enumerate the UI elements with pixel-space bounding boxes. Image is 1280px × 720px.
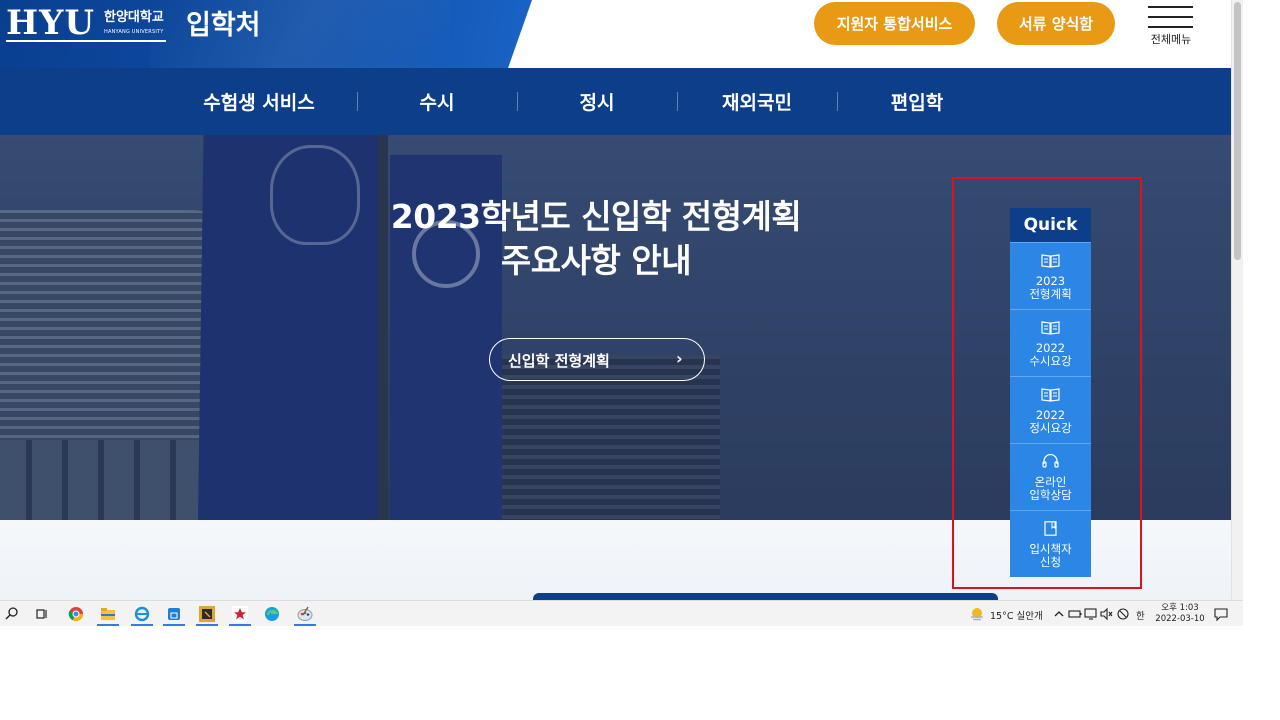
active-app-indicator	[97, 624, 119, 626]
hamburger-icon	[1148, 6, 1193, 8]
quick-menu-title: Quick	[1010, 208, 1091, 242]
quick-item-label-bottom: 신청	[1039, 555, 1062, 569]
quick-item-2022-regular[interactable]: 2022 정시요강	[1010, 376, 1091, 443]
site-title: 입학처	[186, 10, 261, 41]
quick-item-label-bottom: 수시요강	[1029, 354, 1072, 368]
scrollbar-thumb[interactable]	[1234, 2, 1241, 260]
hamburger-icon-bar	[1148, 16, 1193, 18]
taskbar-clock[interactable]: 오후 1:03 2022-03-10	[1150, 603, 1210, 625]
book-icon	[1041, 388, 1060, 402]
sticky-notes-icon[interactable]	[198, 605, 216, 623]
full-menu-label: 전체메뉴	[1150, 33, 1192, 46]
page-scrollbar[interactable]	[1231, 0, 1243, 600]
star-app-icon[interactable]	[231, 605, 249, 623]
hyu-logo: HYU	[6, 3, 96, 43]
active-app-indicator	[196, 624, 218, 626]
quick-item-label-bottom: 전형계획	[1029, 287, 1072, 301]
nav-item-overseas-korean[interactable]: 재외국민	[677, 68, 837, 135]
hero-title: 2023학년도 신입학 전형계획 주요사항 안내	[300, 195, 892, 283]
hero-title-line2: 주요사항 안내	[500, 241, 692, 280]
logo-english-name: HANYANG UNIVERSITY	[104, 29, 164, 35]
nav-item-applicant-service[interactable]: 수험생 서비스	[179, 68, 339, 135]
main-nav: 수험생 서비스 수시 정시 재외국민 편입학	[0, 68, 1231, 135]
headset-icon	[1042, 454, 1059, 468]
active-app-indicator	[229, 624, 251, 626]
quick-item-2023-plan[interactable]: 2023 전형계획	[1010, 242, 1091, 309]
hamburger-icon-bar	[1148, 26, 1193, 28]
site-header: HYU 한양대학교 HANYANG UNIVERSITY 입학처 지원자 통합서…	[0, 0, 1231, 68]
full-menu-button[interactable]: 전체메뉴	[1140, 4, 1202, 48]
chrome-icon[interactable]	[67, 605, 85, 623]
active-app-indicator	[163, 624, 185, 626]
logo-band[interactable]: HYU 한양대학교 HANYANG UNIVERSITY 입학처	[0, 0, 532, 68]
browser-page: HYU 한양대학교 HANYANG UNIVERSITY 입학처 지원자 통합서…	[0, 0, 1280, 720]
nav-item-regular-admission[interactable]: 정시	[517, 68, 677, 135]
admission-plan-button[interactable]: 신입학 전형계획 ›	[489, 338, 705, 381]
nav-item-transfer[interactable]: 편입학	[837, 68, 997, 135]
quick-item-label-bottom: 정시요강	[1029, 421, 1072, 435]
quick-menu: Quick 2023 전형계획 2022 수시요강 2022 정시요강 온라인 …	[1010, 208, 1091, 577]
active-app-indicator	[294, 624, 316, 626]
logo-underline	[6, 40, 166, 42]
applicant-service-button[interactable]: 지원자 통합서비스	[814, 2, 975, 45]
quick-item-booklet-request[interactable]: 입시책자 신청	[1010, 510, 1091, 577]
nav-item-early-admission[interactable]: 수시	[357, 68, 517, 135]
clock-date: 2022-03-10	[1155, 614, 1205, 624]
chevron-right-icon: ›	[676, 349, 683, 368]
weather-status[interactable]: 15°C 실안개	[990, 608, 1043, 622]
active-app-indicator	[131, 624, 153, 626]
task-view-icon[interactable]	[33, 605, 51, 623]
hero-title-line1: 2023학년도 신입학 전형계획	[390, 197, 802, 236]
notification-icon[interactable]	[1212, 605, 1230, 623]
internet-explorer-icon[interactable]	[133, 605, 151, 623]
quick-item-2022-early[interactable]: 2022 수시요강	[1010, 309, 1091, 376]
admission-plan-label: 신입학 전형계획	[508, 352, 610, 370]
book-icon	[1041, 254, 1060, 268]
book-icon	[1041, 321, 1060, 335]
booklet-icon	[1044, 521, 1057, 536]
quick-item-online-consult[interactable]: 온라인 입학상담	[1010, 443, 1091, 510]
paint-icon[interactable]	[296, 605, 314, 623]
ime-indicator[interactable]: 한	[1136, 608, 1145, 622]
windows-taskbar: 15°C 실안개 한 오후 1:03 2022-03-10	[0, 600, 1243, 626]
document-forms-button[interactable]: 서류 양식함	[997, 2, 1115, 45]
clock-time: 오후 1:03	[1161, 603, 1199, 613]
weather-fog-icon[interactable]	[968, 605, 986, 623]
file-explorer-icon[interactable]	[99, 605, 117, 623]
search-icon[interactable]	[3, 605, 21, 623]
store-app-icon[interactable]	[165, 605, 183, 623]
logo-korean-name: 한양대학교	[104, 10, 164, 25]
quick-item-label-bottom: 입학상담	[1029, 488, 1072, 502]
edge-icon[interactable]	[263, 605, 281, 623]
do-not-disturb-icon[interactable]	[1114, 605, 1132, 623]
